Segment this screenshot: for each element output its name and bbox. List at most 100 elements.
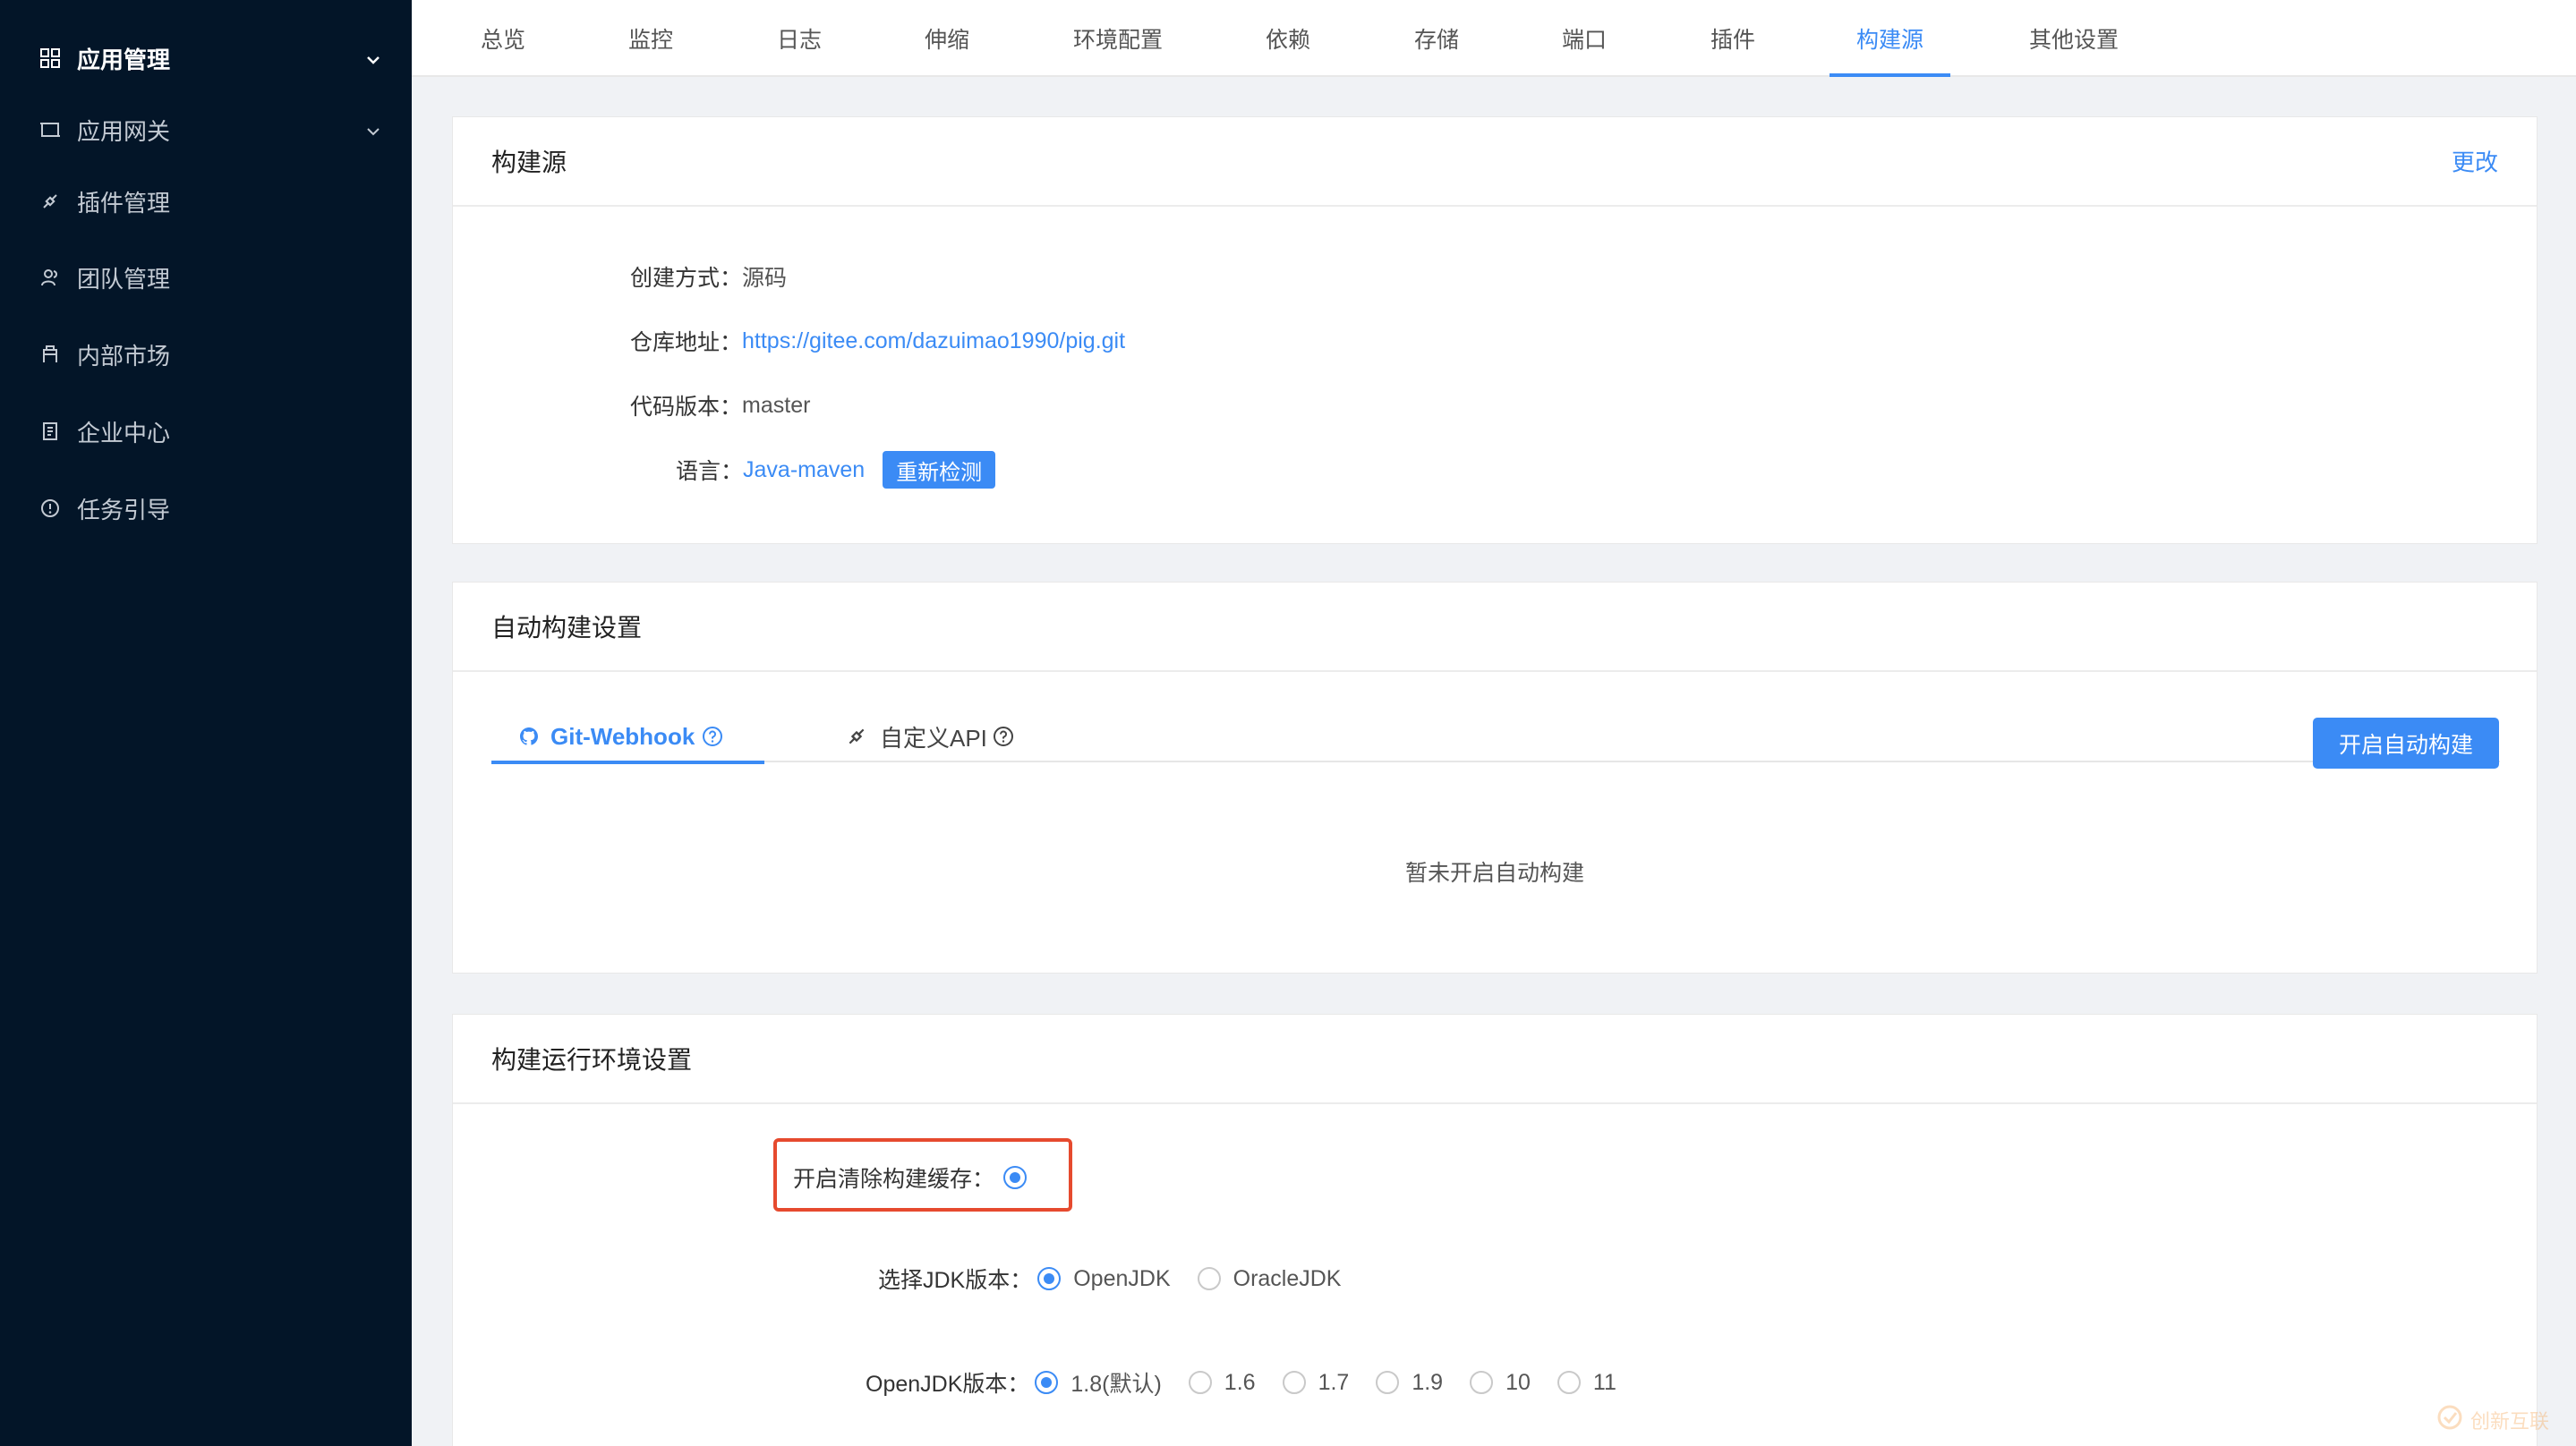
runtime-env-card: 构建运行环境设置 开启清除构建缓存： 选择JDK版本： OpenJDK Orac… bbox=[452, 1014, 2538, 1446]
recheck-button[interactable]: 重新检测 bbox=[883, 451, 996, 489]
main-content: 总览 监控 日志 伸缩 环境配置 依赖 存储 端口 插件 构建源 其他设置 构建… bbox=[412, 0, 2576, 1446]
option-label: OracleJDK bbox=[1233, 1265, 1342, 1291]
card-title: 构建源 bbox=[491, 149, 567, 176]
repo-url-link[interactable]: https://gitee.com/dazuimao1990/pig.git bbox=[742, 328, 1125, 354]
tab-ports[interactable]: 端口 bbox=[1557, 0, 1611, 77]
card-title: 构建运行环境设置 bbox=[491, 1046, 693, 1074]
tab-logs[interactable]: 日志 bbox=[772, 0, 826, 77]
jdk-radio-group: OpenJDK OracleJDK bbox=[1037, 1266, 1368, 1292]
radio-button[interactable] bbox=[1282, 1371, 1306, 1394]
market-icon bbox=[38, 342, 63, 367]
change-link[interactable]: 更改 bbox=[2452, 145, 2498, 178]
sidebar-item-plugin-management[interactable]: 插件管理 bbox=[0, 170, 412, 233]
build-source-card: 构建源 更改 创建方式： 源码 仓库地址： https://gitee.com/… bbox=[452, 116, 2538, 544]
tab-label: 自定义API bbox=[880, 724, 987, 752]
openjdk-version-radio-group: 1.8(默认) 1.6 1.7 1.9 10 11 bbox=[1035, 1366, 1642, 1399]
card-title: 自动构建设置 bbox=[491, 614, 643, 642]
jdk-row: 选择JDK版本： OpenJDK OracleJDK bbox=[878, 1263, 1369, 1295]
tab-overview[interactable]: 总览 bbox=[476, 0, 530, 77]
sidebar-item-task-guide[interactable]: 任务引导 bbox=[0, 477, 412, 540]
enable-auto-build-button[interactable]: 开启自动构建 bbox=[2313, 718, 2499, 769]
openjdk-version-row: OpenJDK版本： 1.8(默认) 1.6 1.7 1.9 10 11 bbox=[866, 1366, 1643, 1399]
code-version-row: 代码版本： master bbox=[630, 389, 810, 421]
sidebar-item-label: 插件管理 bbox=[77, 189, 171, 217]
watermark-logo-icon bbox=[2436, 1404, 2463, 1435]
tab-monitor[interactable]: 监控 bbox=[624, 0, 678, 77]
auto-build-tabs: Git-Webhook 自定义API bbox=[491, 710, 2500, 764]
clear-cache-label: 开启清除构建缓存： bbox=[793, 1167, 995, 1192]
sidebar-item-label: 团队管理 bbox=[77, 265, 171, 293]
tab-dependencies[interactable]: 依赖 bbox=[1261, 0, 1315, 77]
sidebar: 应用管理 应用网关 插件管理 团队管理 内部市场 企业中心 任务引导 bbox=[0, 0, 412, 1446]
openjdk-option-10[interactable]: 10 bbox=[1470, 1366, 1531, 1399]
tab-label: Git-Webhook bbox=[550, 722, 695, 750]
help-icon[interactable] bbox=[702, 726, 723, 747]
chevron-down-icon bbox=[363, 120, 383, 140]
sidebar-item-app-gateway[interactable]: 应用网关 bbox=[0, 98, 412, 161]
info-circle-icon bbox=[38, 496, 63, 521]
gateway-icon bbox=[38, 117, 63, 142]
sidebar-item-label: 应用网关 bbox=[77, 117, 171, 145]
tab-other-settings[interactable]: 其他设置 bbox=[2025, 0, 2123, 77]
repo-row: 仓库地址： https://gitee.com/dazuimao1990/pig… bbox=[630, 325, 1125, 357]
watermark-text: 创新互联 bbox=[2469, 1409, 2549, 1433]
radio-button[interactable] bbox=[1557, 1371, 1581, 1394]
tab-scaling[interactable]: 伸缩 bbox=[920, 0, 974, 77]
openjdk-option-1-7[interactable]: 1.7 bbox=[1282, 1366, 1350, 1399]
tab-custom-api[interactable]: 自定义API bbox=[846, 710, 1014, 762]
language-row: 语言： Java-maven 重新检测 bbox=[676, 451, 996, 489]
language-label: 语言： bbox=[676, 459, 744, 484]
jdk-option-openjdk[interactable]: OpenJDK bbox=[1037, 1265, 1171, 1292]
openjdk-option-1-6[interactable]: 1.6 bbox=[1188, 1366, 1256, 1399]
plugin-icon bbox=[38, 189, 63, 214]
jdk-label: 选择JDK版本： bbox=[878, 1268, 1033, 1293]
sidebar-item-label: 内部市场 bbox=[77, 342, 171, 370]
create-method-value: 源码 bbox=[742, 266, 788, 291]
card-header: 构建源 更改 bbox=[453, 117, 2537, 207]
tab-plugins[interactable]: 插件 bbox=[1706, 0, 1760, 77]
component-tabbar: 总览 监控 日志 伸缩 环境配置 依赖 存储 端口 插件 构建源 其他设置 bbox=[412, 0, 2576, 77]
watermark: 创新互联 bbox=[2436, 1404, 2549, 1435]
tab-storage[interactable]: 存储 bbox=[1410, 0, 1463, 77]
radio-button[interactable] bbox=[1470, 1371, 1494, 1394]
openjdk-option-1-8[interactable]: 1.8(默认) bbox=[1035, 1366, 1162, 1399]
language-value: Java-maven bbox=[743, 456, 866, 482]
radio-button[interactable] bbox=[1035, 1371, 1059, 1394]
openjdk-option-1-9[interactable]: 1.9 bbox=[1376, 1366, 1443, 1399]
radio-button[interactable] bbox=[1376, 1371, 1400, 1394]
sidebar-item-internal-market[interactable]: 内部市场 bbox=[0, 323, 412, 386]
sidebar-item-label: 任务引导 bbox=[77, 496, 171, 523]
option-label: OpenJDK bbox=[1073, 1265, 1171, 1291]
github-icon bbox=[518, 726, 540, 747]
option-label: 11 bbox=[1592, 1369, 1616, 1395]
option-label: 1.7 bbox=[1318, 1369, 1350, 1395]
grid-icon bbox=[38, 46, 63, 71]
help-icon[interactable] bbox=[993, 726, 1014, 747]
team-icon bbox=[38, 265, 63, 290]
empty-state-text: 暂未开启自动构建 bbox=[1404, 861, 1584, 886]
radio-button[interactable] bbox=[1188, 1371, 1212, 1394]
card-header: 自动构建设置 bbox=[453, 583, 2537, 672]
openjdk-option-11[interactable]: 11 bbox=[1557, 1366, 1616, 1399]
option-label: 1.8(默认) bbox=[1070, 1372, 1162, 1397]
chevron-down-icon bbox=[363, 48, 383, 68]
sidebar-item-team-management[interactable]: 团队管理 bbox=[0, 246, 412, 309]
tab-build-source[interactable]: 构建源 bbox=[1830, 0, 1950, 77]
create-method-label: 创建方式： bbox=[630, 266, 743, 291]
card-header: 构建运行环境设置 bbox=[453, 1015, 2537, 1104]
create-method-row: 创建方式： 源码 bbox=[630, 260, 787, 293]
radio-button[interactable] bbox=[1037, 1267, 1062, 1290]
option-label: 1.9 bbox=[1412, 1369, 1444, 1395]
sidebar-item-app-management[interactable]: 应用管理 bbox=[0, 27, 412, 89]
plugin-icon bbox=[846, 726, 867, 747]
tab-env-config[interactable]: 环境配置 bbox=[1069, 0, 1167, 77]
openjdk-version-label: OpenJDK版本： bbox=[866, 1372, 1030, 1397]
tab-git-webhook[interactable]: Git-Webhook bbox=[491, 710, 764, 764]
repo-label: 仓库地址： bbox=[630, 330, 743, 355]
sidebar-item-enterprise-center[interactable]: 企业中心 bbox=[0, 400, 412, 463]
clear-cache-radio[interactable] bbox=[1003, 1166, 1028, 1189]
jdk-option-oraclejdk[interactable]: OracleJDK bbox=[1197, 1265, 1342, 1292]
sidebar-item-label: 企业中心 bbox=[77, 419, 171, 447]
code-version-label: 代码版本： bbox=[630, 395, 743, 420]
radio-button[interactable] bbox=[1197, 1267, 1221, 1290]
